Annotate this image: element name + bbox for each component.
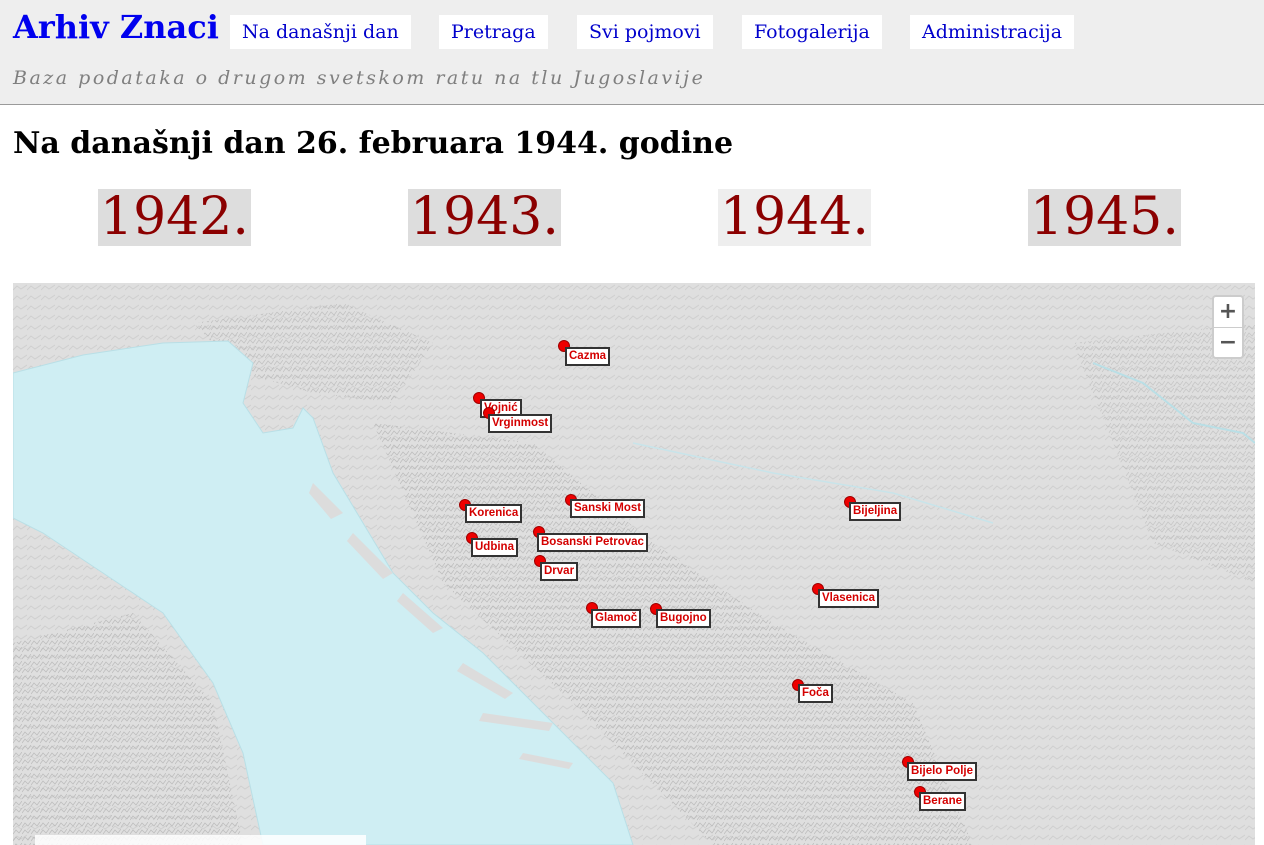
site-header: Arhiv Znaci Na današnji dan Pretraga Svi…	[0, 0, 1264, 105]
map-basemap	[13, 283, 1255, 845]
year-link-1942[interactable]: 1942.	[98, 189, 251, 246]
place-label-berane[interactable]: Berane	[919, 792, 966, 811]
zoom-in-button[interactable]: +	[1214, 297, 1242, 328]
nav-link-svi-pojmovi[interactable]: Svi pojmovi	[577, 15, 713, 49]
place-label-cazma[interactable]: Cazma	[565, 347, 611, 366]
place-label-glamoc[interactable]: Glamoč	[591, 609, 642, 628]
place-label-drvar[interactable]: Drvar	[540, 562, 579, 581]
nav-link-na-danasnji-dan[interactable]: Na današnji dan	[230, 15, 411, 49]
place-label-udbina[interactable]: Udbina	[471, 538, 518, 557]
place-label-korenica[interactable]: Korenica	[465, 504, 523, 523]
zoom-out-button[interactable]: −	[1214, 328, 1242, 358]
place-label-foca[interactable]: Foča	[798, 684, 833, 703]
map[interactable]: + − Cazma Vojnić Vrginmost Korenica Sans…	[13, 283, 1255, 845]
zoom-control: + −	[1212, 295, 1244, 359]
place-label-vlasenica[interactable]: Vlasenica	[818, 589, 880, 608]
nav-link-fotogalerija[interactable]: Fotogalerija	[742, 15, 882, 49]
site-subtitle: Baza podataka o drugom svetskom ratu na …	[13, 67, 706, 89]
map-attribution-bar	[35, 835, 366, 845]
place-label-bijeljina[interactable]: Bijeljina	[849, 502, 902, 521]
year-link-1943[interactable]: 1943.	[408, 189, 561, 246]
place-label-sanski-most[interactable]: Sanski Most	[570, 499, 646, 518]
nav-link-administracija[interactable]: Administracija	[910, 15, 1075, 49]
year-link-1945[interactable]: 1945.	[1028, 189, 1181, 246]
page-title: Na današnji dan 26. februara 1944. godin…	[13, 126, 734, 161]
place-label-bugojno[interactable]: Bugojno	[656, 609, 711, 628]
place-label-vrginmost[interactable]: Vrginmost	[488, 414, 553, 433]
place-label-bosanski-petrovac[interactable]: Bosanski Petrovac	[537, 533, 648, 552]
year-link-1944[interactable]: 1944.	[718, 189, 871, 246]
site-title-link[interactable]: Arhiv Znaci	[13, 8, 219, 46]
nav-link-pretraga[interactable]: Pretraga	[439, 15, 548, 49]
place-label-bijelo-polje[interactable]: Bijelo Polje	[907, 762, 977, 781]
